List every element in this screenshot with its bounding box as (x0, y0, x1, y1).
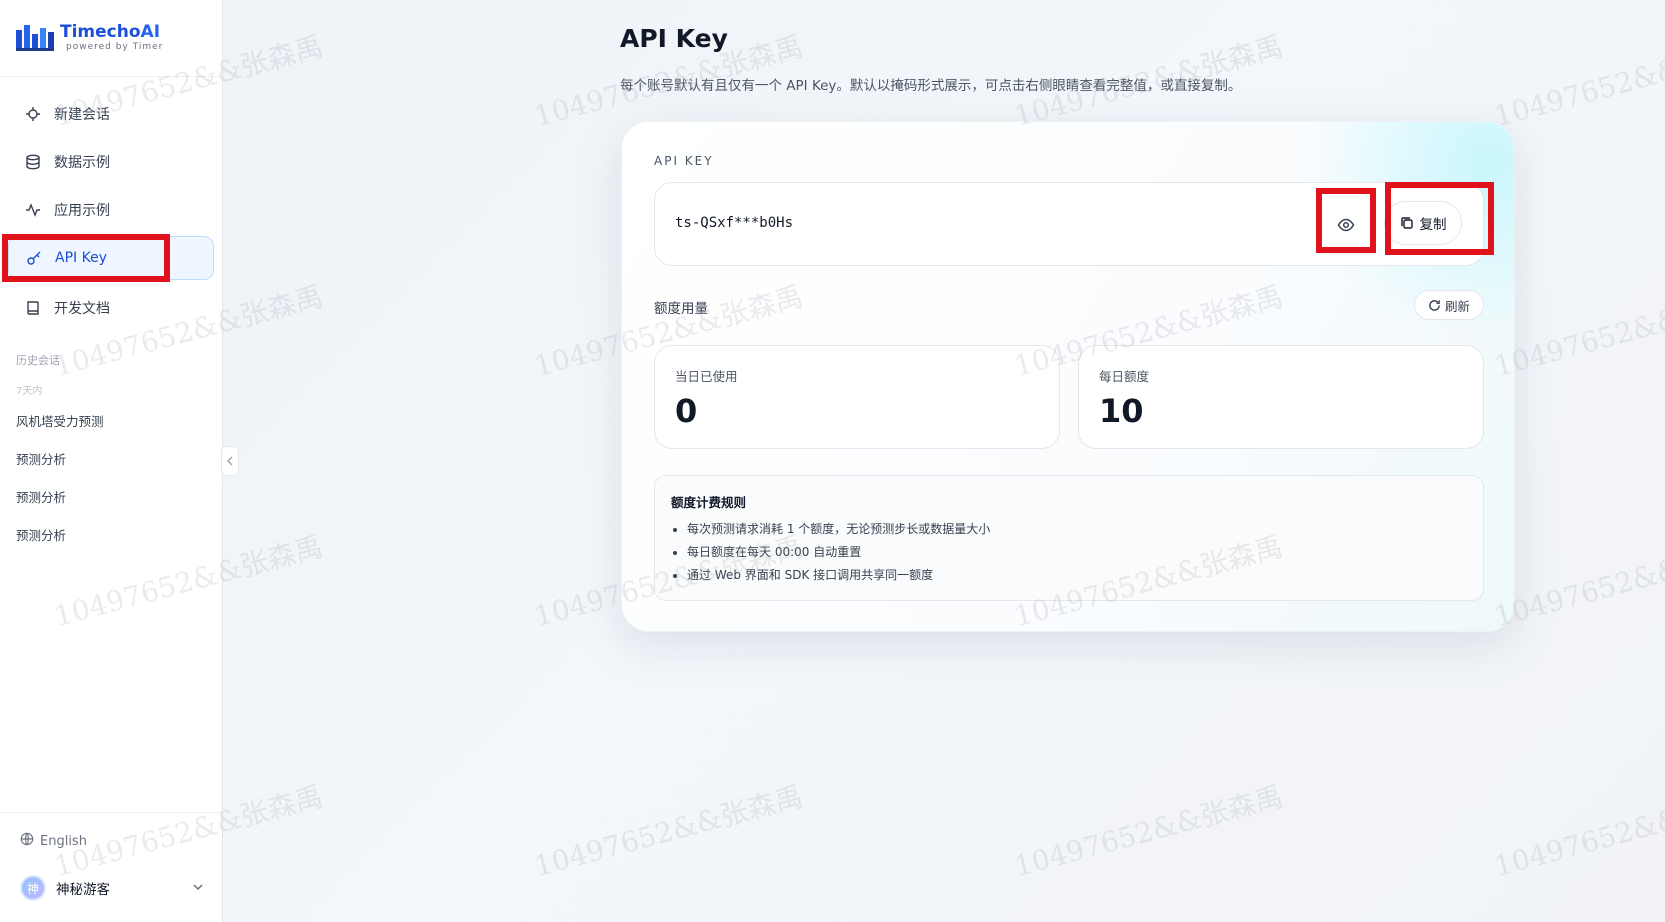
language-label: English (40, 833, 87, 849)
rules-list: 每次预测请求消耗 1 个额度，无论预测步长或数据量大小 每日额度在每天 00:0… (687, 518, 990, 587)
watermark: 10497652&&张森禹 (1010, 779, 1287, 884)
brand-tagline: powered by Timer (66, 42, 164, 52)
logo-icon (16, 22, 56, 54)
book-icon (24, 299, 42, 317)
copy-label: 复制 (1419, 217, 1447, 233)
rule-item: 每次预测请求消耗 1 个额度，无论预测步长或数据量大小 (687, 518, 990, 541)
api-key-card: API KEY ts-QSxf***b0Hs 复制 额度用量 刷新 当日已使用 … (621, 121, 1515, 632)
sidebar-item-data-examples[interactable]: 数据示例 (8, 140, 214, 184)
api-key-field: ts-QSxf***b0Hs 复制 (654, 182, 1484, 266)
key-icon (25, 249, 43, 267)
chevron-left-icon (227, 456, 233, 466)
sidebar-item-dev-docs[interactable]: 开发文档 (8, 286, 214, 330)
watermark: 10497652&&张森禹 (1490, 529, 1665, 634)
sidebar-item-new-chat[interactable]: 新建会话 (8, 92, 214, 136)
sidebar-item-label: API Key (55, 250, 107, 266)
api-key-label: API KEY (654, 154, 714, 168)
history-group-label: 7天内 (16, 386, 43, 397)
sidebar: TimechoAI powered by Timer 新建会话 数据示例 应用示… (0, 0, 223, 922)
refresh-icon (1428, 299, 1441, 312)
database-icon (24, 153, 42, 171)
daily-quota-value: 10 (1099, 392, 1144, 430)
rule-item: 每日额度在每天 00:00 自动重置 (687, 541, 990, 564)
eye-icon (1337, 218, 1355, 232)
watermark: 10497652&&张森禹 (1490, 779, 1665, 884)
language-switch[interactable]: English (20, 832, 87, 850)
used-today-value: 0 (675, 392, 698, 430)
page-title: API Key (620, 24, 728, 53)
chevron-down-icon (192, 881, 204, 896)
copy-key-button[interactable]: 复制 (1384, 201, 1462, 245)
globe-icon (20, 832, 34, 850)
avatar: 神 (20, 875, 46, 901)
history-item[interactable]: 风机塔受力预测 (16, 411, 104, 430)
daily-quota-label: 每日额度 (1099, 369, 1150, 384)
sidebar-item-label: 应用示例 (54, 203, 110, 219)
collapse-sidebar-button[interactable] (221, 446, 239, 476)
sidebar-item-app-examples[interactable]: 应用示例 (8, 188, 214, 232)
watermark: 10497652&&张森禹 (1490, 279, 1665, 384)
sidebar-item-label: 数据示例 (54, 155, 110, 171)
daily-quota-stat: 每日额度 10 (1078, 345, 1484, 449)
used-today-label: 当日已使用 (675, 369, 738, 384)
rule-item: 通过 Web 界面和 SDK 接口调用共享同一额度 (687, 564, 990, 587)
sidebar-item-api-key[interactable]: API Key (8, 236, 214, 280)
history-item[interactable]: 预测分析 (16, 449, 66, 468)
copy-icon (1400, 216, 1414, 230)
compass-icon (24, 105, 42, 123)
reveal-key-button[interactable] (1322, 201, 1370, 249)
rules-title: 额度计费规则 (671, 495, 747, 510)
sidebar-item-label: 新建会话 (54, 107, 110, 123)
api-key-value[interactable]: ts-QSxf***b0Hs (675, 215, 793, 231)
usage-label: 额度用量 (654, 301, 708, 317)
user-menu[interactable]: 神 神秘游客 (20, 874, 204, 902)
sidebar-item-label: 开发文档 (54, 301, 110, 317)
divider (0, 812, 222, 813)
refresh-button[interactable]: 刷新 (1414, 290, 1484, 320)
brand-name: TimechoAI (60, 22, 161, 42)
page-subtitle: 每个账号默认有且仅有一个 API Key。默认以掩码形式展示，可点击右侧眼睛查看… (620, 78, 1242, 94)
quota-rules: 额度计费规则 每次预测请求消耗 1 个额度，无论预测步长或数据量大小 每日额度在… (654, 475, 1484, 601)
activity-icon (24, 201, 42, 219)
app-logo[interactable]: TimechoAI powered by Timer (16, 20, 163, 56)
history-item[interactable]: 预测分析 (16, 487, 66, 506)
watermark: 10497652&&张森禹 (1490, 29, 1665, 134)
history-section-label: 历史会话 (16, 354, 60, 367)
user-name: 神秘游客 (56, 882, 110, 898)
refresh-label: 刷新 (1444, 298, 1470, 314)
history-item[interactable]: 预测分析 (16, 525, 66, 544)
watermark: 10497652&&张森禹 (530, 779, 807, 884)
used-today-stat: 当日已使用 0 (654, 345, 1060, 449)
divider (0, 76, 222, 77)
